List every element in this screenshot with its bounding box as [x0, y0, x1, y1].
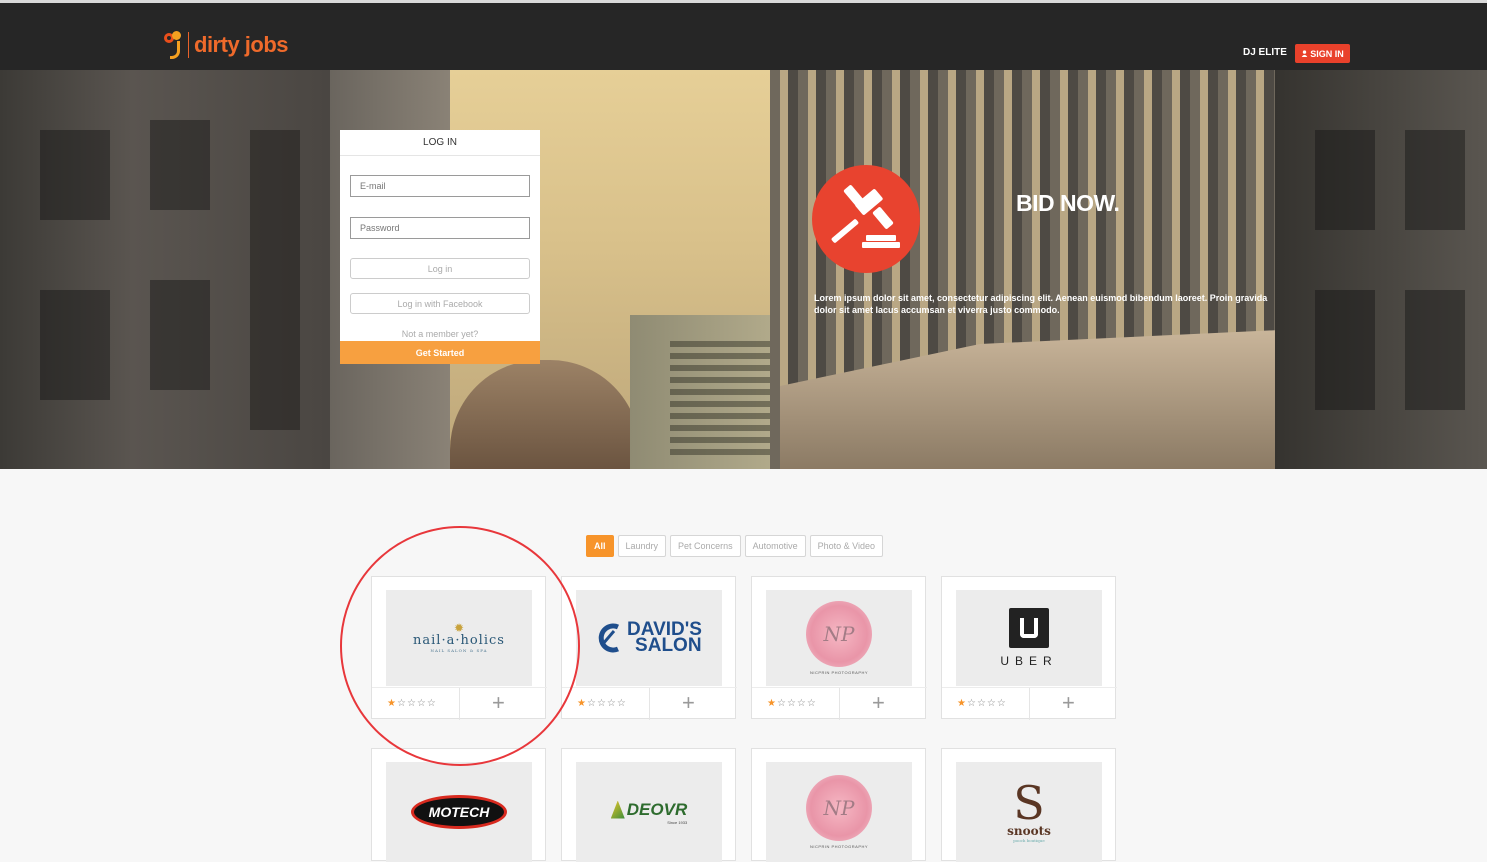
- business-card-snoots[interactable]: S snoots pooch boutique: [941, 748, 1116, 862]
- business-card-nicprin-photography[interactable]: NP NICPRIN PHOTOGRAPHY ★☆☆☆☆ +: [751, 576, 927, 720]
- dj-elite-link[interactable]: DJ ELITE: [1243, 47, 1287, 58]
- logo-subtitle: pooch boutique: [1013, 837, 1045, 843]
- filter-all[interactable]: All: [586, 535, 614, 557]
- logo-text: NICPRIN PHOTOGRAPHY: [809, 670, 869, 675]
- logo-text: NICPRIN PHOTOGRAPHY: [809, 844, 869, 849]
- bid-badge: [812, 165, 920, 273]
- login-button[interactable]: Log in: [350, 258, 530, 279]
- email-field[interactable]: E-mail: [350, 175, 530, 197]
- login-title: LOG IN: [340, 130, 540, 156]
- bid-now-description: Lorem ipsum dolor sit amet, consectetur …: [814, 293, 1268, 315]
- motech-logo-icon: MOTECH: [411, 795, 507, 829]
- business-card-davids-salon[interactable]: DAVID'S SALON ★☆☆☆☆ +: [561, 576, 737, 720]
- sign-in-button[interactable]: SIGN IN: [1295, 44, 1350, 63]
- business-logo[interactable]: DEOVR Since 1933: [576, 762, 722, 862]
- filter-automotive[interactable]: Automotive: [744, 535, 806, 557]
- uber-mark-icon: [1009, 608, 1049, 648]
- business-logo[interactable]: S snoots pooch boutique: [956, 762, 1102, 862]
- add-button[interactable]: +: [1062, 690, 1075, 716]
- deovr-mark-icon: [610, 800, 625, 819]
- logo-text: UBER: [1000, 654, 1058, 668]
- filter-pet-concerns[interactable]: Pet Concerns: [670, 535, 741, 557]
- add-button[interactable]: +: [872, 690, 885, 716]
- business-card-uber[interactable]: UBER ★☆☆☆☆ +: [941, 576, 1117, 720]
- password-field[interactable]: Password: [350, 217, 530, 239]
- get-started-button[interactable]: Get Started: [340, 341, 540, 364]
- logo-text: DEOVR: [626, 799, 688, 819]
- facebook-login-button[interactable]: Log in with Facebook: [350, 293, 530, 314]
- business-logo[interactable]: UBER: [956, 590, 1102, 686]
- snoots-s-icon: S: [1013, 775, 1045, 830]
- star-rating[interactable]: ★☆☆☆☆: [767, 698, 817, 709]
- site-logo[interactable]: dirty jobs: [164, 29, 289, 61]
- top-navbar: dirty jobs DJ ELITE SIGN IN: [0, 3, 1487, 70]
- logo-separator: [188, 32, 189, 58]
- david-salon-mark-icon: [598, 623, 620, 653]
- not-member-text: Not a member yet?: [401, 329, 479, 339]
- business-card-deovr[interactable]: DEOVR Since 1933: [561, 748, 736, 862]
- logo-text: snoots: [1007, 823, 1051, 838]
- category-filters: All Laundry Pet Concerns Automotive Phot…: [586, 535, 883, 557]
- hero-background-building: [0, 70, 330, 469]
- star-rating[interactable]: ★☆☆☆☆: [957, 698, 1007, 709]
- star-rating[interactable]: ★☆☆☆☆: [577, 698, 627, 709]
- business-logo[interactable]: NP NICPRIN PHOTOGRAPHY: [766, 762, 912, 862]
- logo-text-2: SALON: [635, 635, 702, 656]
- login-panel: LOG IN E-mail Password Log in Log in wit…: [340, 130, 540, 364]
- business-logo[interactable]: MOTECH: [386, 762, 532, 862]
- sign-in-label: SIGN IN: [1310, 48, 1344, 59]
- filter-laundry[interactable]: Laundry: [617, 535, 667, 557]
- user-icon: [1301, 50, 1308, 57]
- dj-logo-icon: [164, 29, 186, 61]
- logo-subtitle: Since 1933: [667, 819, 688, 825]
- business-card-nicprin-photography-2[interactable]: NP NICPRIN PHOTOGRAPHY: [751, 748, 926, 862]
- logo-text: dirty jobs: [194, 32, 289, 57]
- business-logo[interactable]: DAVID'S SALON: [576, 590, 722, 686]
- filter-photo-video[interactable]: Photo & Video: [809, 535, 883, 557]
- bid-now-title: BID NOW.: [1016, 190, 1120, 216]
- highlight-circle-annotation: [340, 526, 580, 766]
- add-button[interactable]: +: [682, 690, 695, 716]
- flower-logo-icon: NP: [806, 601, 872, 667]
- flower-logo-icon: NP: [806, 775, 872, 841]
- hero-banner: [0, 70, 1487, 469]
- business-logo[interactable]: NP NICPRIN PHOTOGRAPHY: [766, 590, 912, 686]
- gavel-icon: [831, 185, 900, 248]
